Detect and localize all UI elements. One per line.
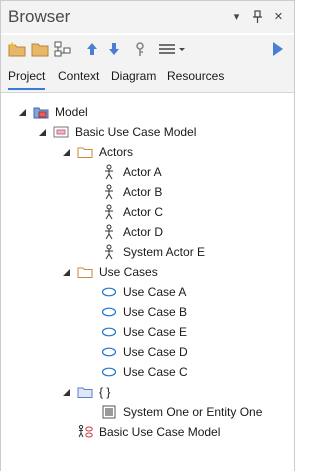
- use-case-icon: [101, 304, 117, 320]
- collapse-icon[interactable]: [61, 267, 71, 277]
- link-icon[interactable]: [133, 40, 151, 58]
- tree-node-package[interactable]: Basic Use Case Model: [37, 123, 196, 141]
- tab-bar: Project Context Diagram Resources: [1, 63, 294, 93]
- tree-label: { }: [99, 385, 111, 399]
- browser-panel: Browser ▾ ✕ Project Context Diagram Reso…: [0, 0, 295, 471]
- use-case-icon: [101, 364, 117, 380]
- folder-icon: [77, 144, 93, 160]
- title-bar: Browser ▾ ✕: [1, 1, 294, 33]
- tree-label: Basic Use Case Model: [75, 125, 197, 139]
- tree-node-use-case[interactable]: Use Case B: [101, 303, 187, 321]
- collapse-icon[interactable]: [17, 107, 27, 117]
- play-icon[interactable]: [269, 40, 287, 58]
- pin-icon[interactable]: [252, 10, 263, 24]
- tree-label: Use Case E: [123, 325, 188, 339]
- tree-node-actor[interactable]: Actor D: [101, 223, 163, 241]
- tree-node-boundary[interactable]: System One or Entity One: [101, 403, 262, 421]
- tree-label: Use Case D: [123, 345, 188, 359]
- tree-label: System Actor E: [123, 245, 206, 259]
- arrow-down-icon[interactable]: [105, 40, 123, 58]
- tree-node-diagram[interactable]: Basic Use Case Model: [77, 423, 220, 441]
- collapse-icon[interactable]: [61, 387, 71, 397]
- toolbar: [1, 35, 294, 63]
- new-package-icon[interactable]: [8, 40, 26, 58]
- folder-blue-icon: [77, 384, 93, 400]
- actor-icon: [101, 184, 117, 200]
- tree-label: Actor D: [123, 225, 164, 239]
- tree-label: Actor A: [123, 165, 162, 179]
- tab-project[interactable]: Project: [8, 69, 46, 90]
- tree-label: Use Case C: [123, 365, 188, 379]
- tree-node-use-case[interactable]: Use Case A: [101, 283, 186, 301]
- arrow-up-icon[interactable]: [83, 40, 101, 58]
- tree-label: Actor B: [123, 185, 163, 199]
- diagram-icon[interactable]: [54, 40, 72, 58]
- tree-label: Use Case A: [123, 285, 187, 299]
- model-root-icon: [33, 104, 49, 120]
- boundary-icon: [101, 404, 117, 420]
- tree-label: Use Cases: [99, 265, 158, 279]
- actor-icon: [101, 244, 117, 260]
- tree-node-actor[interactable]: Actor B: [101, 183, 162, 201]
- dropdown-icon[interactable]: ▾: [231, 10, 242, 24]
- tree-node-actors-folder[interactable]: Actors: [61, 143, 133, 161]
- menu-icon[interactable]: [157, 40, 187, 58]
- tab-context[interactable]: Context: [58, 69, 99, 88]
- use-case-icon: [101, 284, 117, 300]
- use-case-icon: [101, 344, 117, 360]
- package-icon: [53, 124, 69, 140]
- tree-node-actor[interactable]: System Actor E: [101, 243, 205, 261]
- window-buttons: ▾ ✕: [231, 10, 284, 24]
- tree-label: Basic Use Case Model: [99, 425, 221, 439]
- tab-diagram[interactable]: Diagram: [111, 69, 156, 88]
- folder-icon: [77, 264, 93, 280]
- tree-node-use-case[interactable]: Use Case E: [101, 323, 187, 341]
- use-case-icon: [101, 324, 117, 340]
- tree-label: Use Case B: [123, 305, 188, 319]
- folder-icon[interactable]: [31, 40, 49, 58]
- collapse-icon[interactable]: [37, 127, 47, 137]
- actor-icon: [101, 164, 117, 180]
- tree-label: Actors: [99, 145, 134, 159]
- use-case-diagram-icon: [77, 424, 93, 440]
- collapse-icon[interactable]: [61, 147, 71, 157]
- tree-node-brace-folder[interactable]: { }: [61, 383, 110, 401]
- tree-label: System One or Entity One: [123, 405, 263, 419]
- tree-label: Model: [55, 105, 88, 119]
- tree-node-use-cases-folder[interactable]: Use Cases: [61, 263, 158, 281]
- tree-node-use-case[interactable]: Use Case C: [101, 363, 188, 381]
- tree-node-actor[interactable]: Actor C: [101, 203, 163, 221]
- actor-icon: [101, 224, 117, 240]
- tree-node-model[interactable]: Model: [17, 103, 88, 121]
- tree-node-use-case[interactable]: Use Case D: [101, 343, 188, 361]
- project-tree: Model Basic Use Case Model Actors Actor …: [1, 99, 294, 471]
- tree-label: Actor C: [123, 205, 164, 219]
- actor-icon: [101, 204, 117, 220]
- close-icon[interactable]: ✕: [273, 10, 284, 24]
- tab-resources[interactable]: Resources: [167, 69, 224, 88]
- panel-title: Browser: [8, 7, 71, 26]
- tree-node-actor[interactable]: Actor A: [101, 163, 162, 181]
